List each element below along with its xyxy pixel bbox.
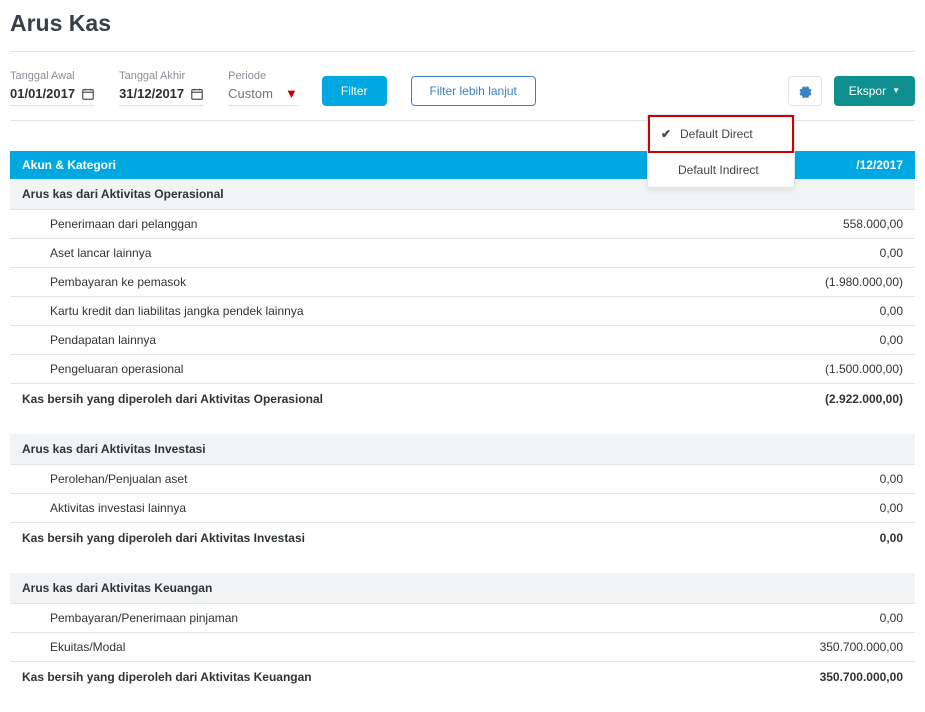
period-select[interactable]: Custom ▼ bbox=[228, 86, 298, 106]
settings-dropdown: ✔ Default Direct Default Indirect bbox=[647, 114, 795, 188]
row-value: 0,00 bbox=[690, 239, 915, 268]
end-date-label: Tanggal Akhir bbox=[119, 70, 204, 82]
page-title: Arus Kas bbox=[10, 10, 915, 37]
row-value: 0,00 bbox=[690, 465, 915, 494]
row-label[interactable]: Pembayaran/Penerimaan pinjaman bbox=[10, 604, 690, 633]
advanced-filter-button[interactable]: Filter lebih lanjut bbox=[411, 76, 536, 106]
section-header: Arus kas dari Aktivitas Keuangan bbox=[10, 573, 915, 604]
table-row: Pendapatan lainnya0,00 bbox=[10, 326, 915, 355]
row-label[interactable]: Pembayaran ke pemasok bbox=[10, 268, 690, 297]
row-value: (1.980.000,00) bbox=[690, 268, 915, 297]
table-row: Aktivitas investasi lainnya0,00 bbox=[10, 494, 915, 523]
total-value: (2.922.000,00) bbox=[690, 384, 915, 421]
filter-bar: Tanggal Awal 01/01/2017 Tanggal Akhir 31… bbox=[10, 70, 915, 121]
table-header-right: /12/2017 bbox=[856, 158, 903, 172]
row-value: (1.500.000,00) bbox=[690, 355, 915, 384]
gear-icon bbox=[798, 84, 812, 98]
total-label: Kas bersih yang diperoleh dari Aktivitas… bbox=[10, 662, 690, 699]
end-date-input[interactable]: 31/12/2017 bbox=[119, 86, 204, 106]
start-date-field: Tanggal Awal 01/01/2017 bbox=[10, 70, 95, 106]
row-value: 0,00 bbox=[690, 297, 915, 326]
total-label: Kas bersih yang diperoleh dari Aktivitas… bbox=[10, 384, 690, 421]
export-label: Ekspor bbox=[849, 85, 886, 97]
row-label[interactable]: Aset lancar lainnya bbox=[10, 239, 690, 268]
filter-button[interactable]: Filter bbox=[322, 76, 387, 106]
row-label[interactable]: Ekuitas/Modal bbox=[10, 633, 690, 662]
total-label: Kas bersih yang diperoleh dari Aktivitas… bbox=[10, 523, 690, 560]
option-default-indirect[interactable]: Default Indirect bbox=[648, 153, 794, 187]
section-title: Arus kas dari Aktivitas Investasi bbox=[10, 434, 915, 465]
row-label[interactable]: Perolehan/Penjualan aset bbox=[10, 465, 690, 494]
check-icon: ✔ bbox=[660, 127, 672, 141]
table-row: Pembayaran/Penerimaan pinjaman0,00 bbox=[10, 604, 915, 633]
table-row: Penerimaan dari pelanggan558.000,00 bbox=[10, 210, 915, 239]
table-row: Pengeluaran operasional(1.500.000,00) bbox=[10, 355, 915, 384]
header-divider bbox=[10, 51, 915, 52]
section-header: Arus kas dari Aktivitas Investasi bbox=[10, 434, 915, 465]
row-label[interactable]: Kartu kredit dan liabilitas jangka pende… bbox=[10, 297, 690, 326]
table-row: Kartu kredit dan liabilitas jangka pende… bbox=[10, 297, 915, 326]
option-default-direct[interactable]: ✔ Default Direct bbox=[648, 115, 794, 153]
table-row: Pembayaran ke pemasok(1.980.000,00) bbox=[10, 268, 915, 297]
caret-down-icon: ▼ bbox=[892, 87, 900, 95]
section-total-row: Kas bersih yang diperoleh dari Aktivitas… bbox=[10, 523, 915, 560]
calendar-icon bbox=[190, 87, 204, 101]
end-date-field: Tanggal Akhir 31/12/2017 bbox=[119, 70, 204, 106]
end-date-value: 31/12/2017 bbox=[119, 86, 184, 101]
settings-button[interactable] bbox=[788, 76, 822, 106]
row-value: 558.000,00 bbox=[690, 210, 915, 239]
table-header-left: Akun & Kategori bbox=[22, 158, 116, 172]
section-total-row: Kas bersih yang diperoleh dari Aktivitas… bbox=[10, 384, 915, 421]
section-total-row: Kas bersih yang diperoleh dari Aktivitas… bbox=[10, 662, 915, 699]
export-button[interactable]: Ekspor ▼ bbox=[834, 76, 915, 106]
table-row: Aset lancar lainnya0,00 bbox=[10, 239, 915, 268]
start-date-label: Tanggal Awal bbox=[10, 70, 95, 82]
row-label[interactable]: Aktivitas investasi lainnya bbox=[10, 494, 690, 523]
option-label: Default Direct bbox=[680, 127, 753, 141]
row-label[interactable]: Penerimaan dari pelanggan bbox=[10, 210, 690, 239]
right-button-group: Ekspor ▼ bbox=[788, 76, 915, 106]
period-value: Custom bbox=[228, 86, 273, 101]
section-title: Arus kas dari Aktivitas Keuangan bbox=[10, 573, 915, 604]
calendar-icon bbox=[81, 87, 95, 101]
caret-down-icon: ▼ bbox=[285, 86, 298, 101]
total-value: 0,00 bbox=[690, 523, 915, 560]
table-row: Perolehan/Penjualan aset0,00 bbox=[10, 465, 915, 494]
row-value: 350.700.000,00 bbox=[690, 633, 915, 662]
table-row: Ekuitas/Modal350.700.000,00 bbox=[10, 633, 915, 662]
row-label[interactable]: Pendapatan lainnya bbox=[10, 326, 690, 355]
option-label: Default Indirect bbox=[678, 163, 759, 177]
period-field: Periode Custom ▼ bbox=[228, 70, 298, 106]
row-value: 0,00 bbox=[690, 326, 915, 355]
row-label[interactable]: Pengeluaran operasional bbox=[10, 355, 690, 384]
start-date-input[interactable]: 01/01/2017 bbox=[10, 86, 95, 106]
row-value: 0,00 bbox=[690, 604, 915, 633]
total-value: 350.700.000,00 bbox=[690, 662, 915, 699]
period-label: Periode bbox=[228, 70, 298, 82]
start-date-value: 01/01/2017 bbox=[10, 86, 75, 101]
row-value: 0,00 bbox=[690, 494, 915, 523]
